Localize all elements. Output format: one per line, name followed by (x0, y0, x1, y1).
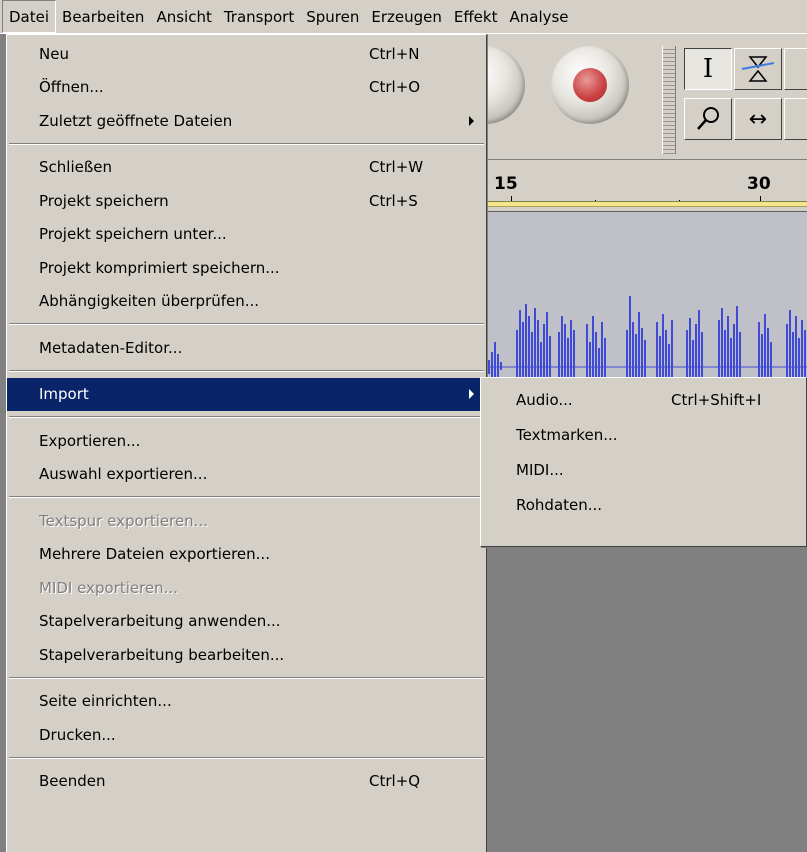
menu-item-label: Drucken... (39, 725, 116, 744)
menu-item-label: Schließen (39, 158, 113, 177)
menu-item-label: Textmarken... (516, 425, 618, 444)
menu-item-oeffnen[interactable]: Öffnen... Ctrl+O (7, 71, 486, 105)
submenu-arrow-icon (469, 115, 474, 126)
menu-item-label: Textspur exportieren... (39, 511, 208, 530)
menu-item-label: Neu (39, 44, 69, 63)
menu-item-neu[interactable]: Neu Ctrl+N (7, 37, 486, 71)
menu-item-label: MIDI exportieren... (39, 578, 178, 597)
menu-item-shortcut: Ctrl+Shift+I (671, 390, 762, 409)
toolbar-button-partial[interactable] (784, 48, 807, 90)
menu-item-metadata-editor[interactable]: Metadaten-Editor... (7, 331, 486, 365)
menu-item-apply-chain[interactable]: Stapelverarbeitung anwenden... (7, 605, 486, 639)
record-button[interactable] (551, 46, 629, 124)
menu-datei[interactable]: Datei (2, 0, 57, 33)
transport-toolbar: I ↔ (447, 34, 807, 159)
menu-item-export-multiple[interactable]: Mehrere Dateien exportieren... (7, 538, 486, 572)
ruler-label: 15 (494, 174, 518, 194)
file-menu: Neu Ctrl+N Öffnen... Ctrl+O Zuletzt geöffn… (6, 34, 487, 852)
menu-item-export[interactable]: Exportieren... (7, 424, 486, 458)
envelope-icon (741, 56, 775, 82)
menu-item-page-setup[interactable]: Seite einrichten... (7, 685, 486, 719)
menu-item-label: Stapelverarbeitung anwenden... (39, 612, 281, 631)
menu-item-label: Zuletzt geöffnete Dateien (39, 111, 233, 130)
menu-item-export-selection[interactable]: Auswahl exportieren... (7, 458, 486, 492)
toolbar-button-partial[interactable] (784, 98, 807, 140)
menu-item-shortcut: Ctrl+N (369, 44, 420, 63)
menu-item-label: Rohdaten... (516, 495, 603, 514)
envelope-tool-button[interactable] (734, 48, 782, 90)
menu-item-schliessen[interactable]: Schließen Ctrl+W (7, 151, 486, 185)
menu-separator (7, 318, 486, 331)
menu-item-shortcut: Ctrl+Q (369, 772, 421, 791)
play-region-bar[interactable] (487, 201, 807, 207)
menu-separator (7, 411, 486, 424)
menu-item-shortcut: Ctrl+W (369, 158, 424, 177)
zoom-tool-button[interactable] (684, 98, 732, 140)
menu-item-label: Öffnen... (39, 78, 104, 97)
record-icon (573, 68, 607, 102)
menu-erzeugen[interactable]: Erzeugen (365, 0, 448, 33)
i-beam-icon: I (702, 54, 714, 84)
submenu-item-labels[interactable]: Textmarken... (481, 417, 806, 452)
menu-item-check-dependencies[interactable]: Abhängigkeiten überprüfen... (7, 285, 486, 319)
menubar: Datei Bearbeiten Ansicht Transport Spure… (0, 0, 807, 34)
menu-separator (7, 365, 486, 378)
import-submenu: Audio... Ctrl+Shift+I Textmarken... MIDI.… (480, 377, 807, 547)
menu-item-label: Abhängigkeiten überprüfen... (39, 292, 260, 311)
menu-spuren[interactable]: Spuren (300, 0, 365, 33)
menu-item-label: Stapelverarbeitung bearbeiten... (39, 645, 285, 664)
menu-separator (7, 672, 486, 685)
menu-item-label: Auswahl exportieren... (39, 465, 208, 484)
menu-item-export-labels: Textspur exportieren... (7, 504, 486, 538)
menu-analyse[interactable]: Analyse (503, 0, 574, 33)
menu-ansicht[interactable]: Ansicht (150, 0, 217, 33)
toolbar-grip[interactable] (662, 46, 676, 154)
selection-tool-button[interactable]: I (684, 48, 732, 90)
menu-separator (7, 752, 486, 765)
menu-item-save-compressed[interactable]: Projekt komprimiert speichern... (7, 251, 486, 285)
menu-item-label: Import (39, 385, 89, 404)
submenu-item-audio[interactable]: Audio... Ctrl+Shift+I (481, 382, 806, 417)
menu-item-shortcut: Ctrl+O (369, 78, 421, 97)
menu-item-label: Projekt speichern unter... (39, 225, 227, 244)
timeshift-icon: ↔ (748, 106, 768, 132)
submenu-item-raw-data[interactable]: Rohdaten... (481, 487, 806, 522)
menu-item-edit-chains[interactable]: Stapelverarbeitung bearbeiten... (7, 638, 486, 672)
menu-item-label: Exportieren... (39, 431, 141, 450)
menu-item-recent-files[interactable]: Zuletzt geöffnete Dateien (7, 104, 486, 138)
ruler-label: 30 (747, 174, 771, 194)
menu-item-label: Seite einrichten... (39, 692, 172, 711)
menu-separator (7, 491, 486, 504)
submenu-arrow-icon (469, 389, 474, 400)
timeshift-tool-button[interactable]: ↔ (734, 98, 782, 140)
menu-item-export-midi: MIDI exportieren... (7, 571, 486, 605)
menu-item-label: Metadaten-Editor... (39, 338, 183, 357)
menu-item-print[interactable]: Drucken... (7, 718, 486, 752)
menu-item-label: Beenden (39, 772, 106, 791)
menu-item-label: Mehrere Dateien exportieren... (39, 545, 270, 564)
menu-transport[interactable]: Transport (218, 0, 300, 33)
submenu-item-midi[interactable]: MIDI... (481, 452, 806, 487)
menu-item-exit[interactable]: Beenden Ctrl+Q (7, 765, 486, 799)
menu-item-label: Audio... (516, 390, 573, 409)
menu-item-label: MIDI... (516, 460, 564, 479)
timeline-ruler[interactable]: 15 30 (487, 159, 807, 211)
menu-item-label: Projekt speichern (39, 191, 169, 210)
menu-effekt[interactable]: Effekt (448, 0, 504, 33)
magnifier-icon (697, 107, 719, 130)
menu-item-shortcut: Ctrl+S (369, 191, 418, 210)
menu-item-save-project[interactable]: Projekt speichern Ctrl+S (7, 184, 486, 218)
menu-item-import[interactable]: Import (7, 377, 486, 411)
menu-item-save-project-as[interactable]: Projekt speichern unter... (7, 218, 486, 252)
menu-separator (7, 138, 486, 151)
menu-bearbeiten[interactable]: Bearbeiten (56, 0, 150, 33)
menu-item-label: Projekt komprimiert speichern... (39, 258, 280, 277)
